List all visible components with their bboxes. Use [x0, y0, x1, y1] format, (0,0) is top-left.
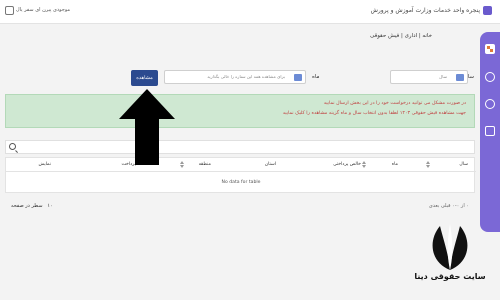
app-title: پنجره واحد خدمات وزارت آموزش و پرورش	[370, 7, 480, 14]
info-message-line1[interactable]: در صورت مشکل می توانید درخواست خود را در…	[324, 101, 466, 106]
col-region[interactable]: منطقه	[199, 162, 211, 167]
col-province[interactable]: استان	[265, 162, 276, 167]
sort-year-icon[interactable]	[426, 161, 430, 169]
col-month[interactable]: ماه	[392, 162, 398, 167]
col-net-pay[interactable]: خالص پرداختی	[333, 162, 361, 167]
user-name[interactable]: موجودی پیرن ای سفر یال	[16, 7, 70, 13]
info-message-line2: جهت مشاهده فیش حقوقی ۱۴۰۳ لطفا بدون انتخ…	[282, 111, 466, 116]
year-select-value: سال	[439, 74, 447, 79]
sidebar	[480, 32, 500, 232]
app-window: پنجره واحد خدمات وزارت آموزش و پرورش موج…	[0, 0, 500, 300]
document-icon[interactable]	[485, 126, 495, 136]
month-label: ماه	[312, 74, 320, 80]
pagination: ۱۰ سطر در صفحه ۰ از ۰-۰ قبلی بعدی	[5, 200, 475, 214]
year-dropdown-icon[interactable]	[456, 74, 464, 81]
users-icon[interactable]	[485, 99, 495, 109]
watermark-text: سایت حقوقی دینا	[414, 272, 486, 281]
year-select[interactable]: سال	[390, 70, 468, 84]
table-header: سال ماه خالص پرداختی استان منطقه پرداخت …	[6, 158, 476, 172]
up-arrow-annotation	[119, 89, 175, 165]
sort-month-icon[interactable]	[362, 161, 366, 169]
filter-row: سال سال ماه برای مشاهده همه این ستاره را…	[0, 68, 500, 88]
rows-per-page-value[interactable]: ۱۰	[47, 203, 52, 209]
col-year[interactable]: سال	[459, 162, 468, 167]
payslip-table: سال ماه خالص پرداختی استان منطقه پرداخت …	[5, 157, 476, 193]
app-logo-icon	[483, 6, 492, 15]
month-select-placeholder: برای مشاهده همه این ستاره را خالی بگذاری…	[207, 74, 285, 79]
leaf-logo-icon	[432, 224, 468, 270]
info-message: در صورت مشکل می توانید درخواست خود را در…	[5, 94, 475, 128]
rows-per-page-label: سطر در صفحه	[11, 203, 43, 209]
sort-region-icon[interactable]	[180, 161, 184, 169]
site-watermark: سایت حقوقی دینا	[410, 222, 490, 297]
dashboard-icon[interactable]	[485, 44, 495, 54]
top-bar: پنجره واحد خدمات وزارت آموزش و پرورش موج…	[0, 0, 500, 24]
view-button[interactable]: مشاهده	[131, 70, 158, 86]
breadcrumb[interactable]: خانه | اداری | فیش حقوقی	[370, 33, 432, 39]
search-icon[interactable]	[9, 143, 16, 150]
table-search-input[interactable]	[5, 140, 475, 154]
col-show[interactable]: نمایش	[39, 162, 51, 167]
rows-per-page[interactable]: ۱۰ سطر در صفحه	[11, 203, 53, 209]
empty-table-message: No data for table	[221, 180, 261, 185]
month-dropdown-icon[interactable]	[294, 74, 302, 81]
user-menu-icon[interactable]	[5, 6, 14, 15]
pagination-nav[interactable]: ۰ از ۰-۰ قبلی بعدی	[429, 203, 469, 209]
month-select[interactable]: برای مشاهده همه این ستاره را خالی بگذاری…	[164, 70, 306, 84]
